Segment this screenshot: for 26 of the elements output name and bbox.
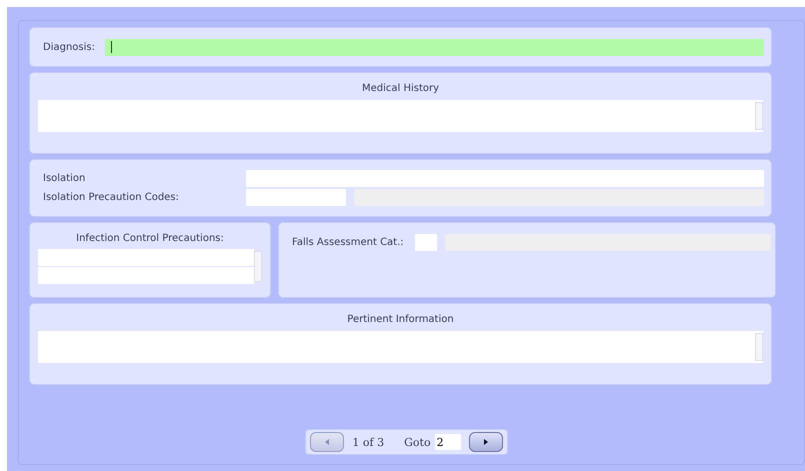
right-triangle-icon [484, 439, 488, 445]
section-title: Infection Control Precautions: [75, 233, 225, 244]
scrollbar[interactable] [755, 333, 763, 361]
list-row[interactable] [38, 249, 254, 266]
text-area[interactable] [38, 331, 763, 363]
left-triangle-icon [325, 439, 330, 445]
text-area[interactable] [38, 100, 763, 132]
page-indicator: 1 of 3 [352, 436, 384, 448]
code-field[interactable] [246, 189, 346, 206]
goto-label: Goto [404, 436, 431, 448]
next-button[interactable] [468, 432, 503, 452]
list-box[interactable] [38, 249, 262, 284]
diagnosis-field[interactable] [104, 38, 764, 56]
category-field[interactable] [414, 234, 437, 251]
isolation-field[interactable] [246, 170, 764, 187]
field-label: Falls Assessment Cat.: [292, 236, 404, 250]
text-cursor [110, 41, 112, 53]
section-title: Medical History [360, 82, 440, 96]
section-title: Pertinent Information [346, 313, 455, 327]
goto-field[interactable]: 2 [434, 434, 461, 450]
field-label: Isolation Precaution Codes: [43, 191, 180, 205]
field-label: Diagnosis: [43, 42, 95, 52]
scrollbar[interactable] [755, 102, 763, 130]
field-label: Isolation [43, 172, 86, 186]
list-row[interactable] [38, 267, 254, 284]
scrollbar[interactable] [254, 251, 262, 282]
